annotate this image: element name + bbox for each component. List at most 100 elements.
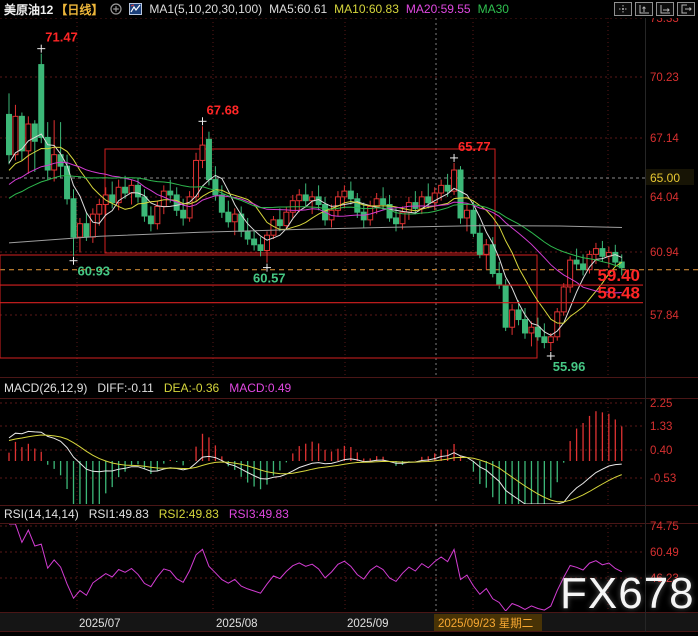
support-level-label: 59.40 — [597, 266, 640, 285]
ma20-value: MA20:59.55 — [406, 2, 471, 16]
candle-body — [574, 260, 579, 264]
swing-price-label: 60.93 — [78, 264, 111, 279]
rsi-title: RSI(14,14,14) — [4, 507, 79, 521]
candle-body — [445, 185, 450, 191]
chart-type-icon[interactable] — [129, 3, 142, 15]
crosshair-date-label: 2025/09/23 星期二 — [438, 617, 533, 630]
candle-body — [426, 197, 431, 203]
time-axis-label: 2025/08 — [216, 618, 258, 630]
macd-macd-value: MACD:0.49 — [229, 381, 291, 395]
price-axis-label: 70.23 — [650, 72, 679, 84]
candle-body — [213, 180, 218, 195]
crosshair-price-label: 65.00 — [650, 171, 680, 185]
price-chart-canvas[interactable]: 59.4058.4871.4760.9367.6860.5765.7755.96… — [0, 0, 698, 636]
candle-body — [7, 114, 12, 154]
fx678-watermark: FX678 — [560, 569, 695, 619]
candle-body — [52, 155, 57, 170]
rsi-axis-label: 60.49 — [650, 547, 679, 559]
candle-body — [600, 249, 605, 257]
candle-body — [471, 210, 476, 233]
macd-axis-label: 1.33 — [650, 421, 672, 433]
price-axis-label: 67.14 — [650, 133, 679, 145]
candle-body — [310, 197, 315, 201]
candle-body — [406, 203, 411, 213]
candle-body — [258, 245, 263, 251]
period-label[interactable]: 【日线】 — [55, 1, 103, 18]
swing-price-label: 55.96 — [553, 359, 586, 374]
macd-axis-label: -0.53 — [650, 473, 676, 485]
candle-body — [510, 310, 515, 327]
axis-separator — [645, 18, 646, 632]
candle-body — [613, 252, 618, 262]
candle-body — [265, 235, 270, 250]
zoom-in-axis-icon[interactable] — [635, 2, 653, 16]
candle-body — [303, 195, 308, 201]
macd-dea-value: DEA:-0.36 — [164, 381, 219, 395]
candle-body — [148, 216, 153, 224]
candle-body — [568, 260, 573, 287]
candle-body — [245, 231, 250, 239]
macd-plot — [9, 411, 622, 504]
candle-body — [232, 214, 237, 222]
ma-settings-label: MA1(5,10,20,30,100) — [149, 2, 262, 16]
candle-body — [284, 212, 289, 225]
candle-body — [484, 245, 489, 255]
add-indicator-icon[interactable] — [110, 3, 122, 15]
candle-body — [161, 191, 166, 206]
candle-body — [361, 212, 366, 220]
panel-separator — [0, 505, 698, 506]
candle-body — [181, 210, 186, 218]
candle-body — [439, 185, 444, 193]
candle-body — [542, 337, 547, 343]
candle-body — [77, 224, 82, 237]
candle-body — [39, 65, 44, 138]
ma5-value: MA5:60.61 — [269, 2, 327, 16]
price-axis-label: 64.04 — [650, 192, 679, 204]
candle-body — [194, 160, 199, 196]
candle-body — [348, 191, 353, 199]
candle-body — [581, 264, 586, 270]
macd-axis-label: 2.25 — [650, 398, 672, 410]
candle-body — [155, 206, 160, 223]
candle-body — [123, 187, 128, 193]
candle-body — [110, 195, 115, 203]
time-axis-label: 2025/09 — [347, 618, 389, 630]
candle-body — [206, 139, 211, 179]
candle-body — [374, 199, 379, 207]
panel-separator — [0, 398, 698, 399]
panel-separator — [0, 631, 698, 632]
candle-body — [561, 287, 566, 312]
candle-body — [419, 197, 424, 209]
time-axis-label: 2025/07 — [79, 618, 121, 630]
candle-body — [13, 116, 18, 154]
rsi-panel-header: RSI(14,14,14) RSI1:49.83 RSI2:49.83 RSI3… — [4, 507, 289, 521]
candle-body — [593, 249, 598, 255]
candle-body — [490, 245, 495, 274]
candle-body — [355, 199, 360, 212]
ma10-value: MA10:60.83 — [334, 2, 399, 16]
macd-panel-header: MACD(26,12,9) DIFF:-0.11 DEA:-0.36 MACD:… — [4, 381, 291, 395]
exit-chart-icon[interactable] — [677, 2, 695, 16]
candle-body — [458, 170, 463, 218]
macd-title: MACD(26,12,9) — [4, 381, 87, 395]
instrument-name: 美原油12 — [4, 1, 53, 18]
zoom-out-axis-icon[interactable] — [656, 2, 674, 16]
swing-price-label: 65.77 — [458, 139, 491, 154]
candle-body — [71, 199, 76, 237]
candle-body — [168, 191, 173, 195]
macd-diff-value: DIFF:-0.11 — [97, 381, 153, 395]
candle-body — [529, 327, 534, 333]
candle-body — [497, 274, 502, 286]
macd-axis-label: 0.40 — [650, 445, 672, 457]
diff-line — [9, 431, 622, 504]
candle-body — [142, 197, 147, 216]
swing-price-label: 67.68 — [207, 102, 240, 117]
price-axis-label: 60.94 — [650, 247, 679, 259]
chart-header: 美原油12 【日线】 MA1(5,10,20,30,100) MA5:60.61… — [0, 0, 698, 18]
candle-body — [381, 199, 386, 205]
candle-body — [19, 116, 24, 151]
candle-body — [503, 285, 508, 327]
crosshair-tool-icon[interactable] — [614, 2, 632, 16]
candle-body — [226, 212, 231, 222]
chart-toolbar — [614, 2, 698, 16]
